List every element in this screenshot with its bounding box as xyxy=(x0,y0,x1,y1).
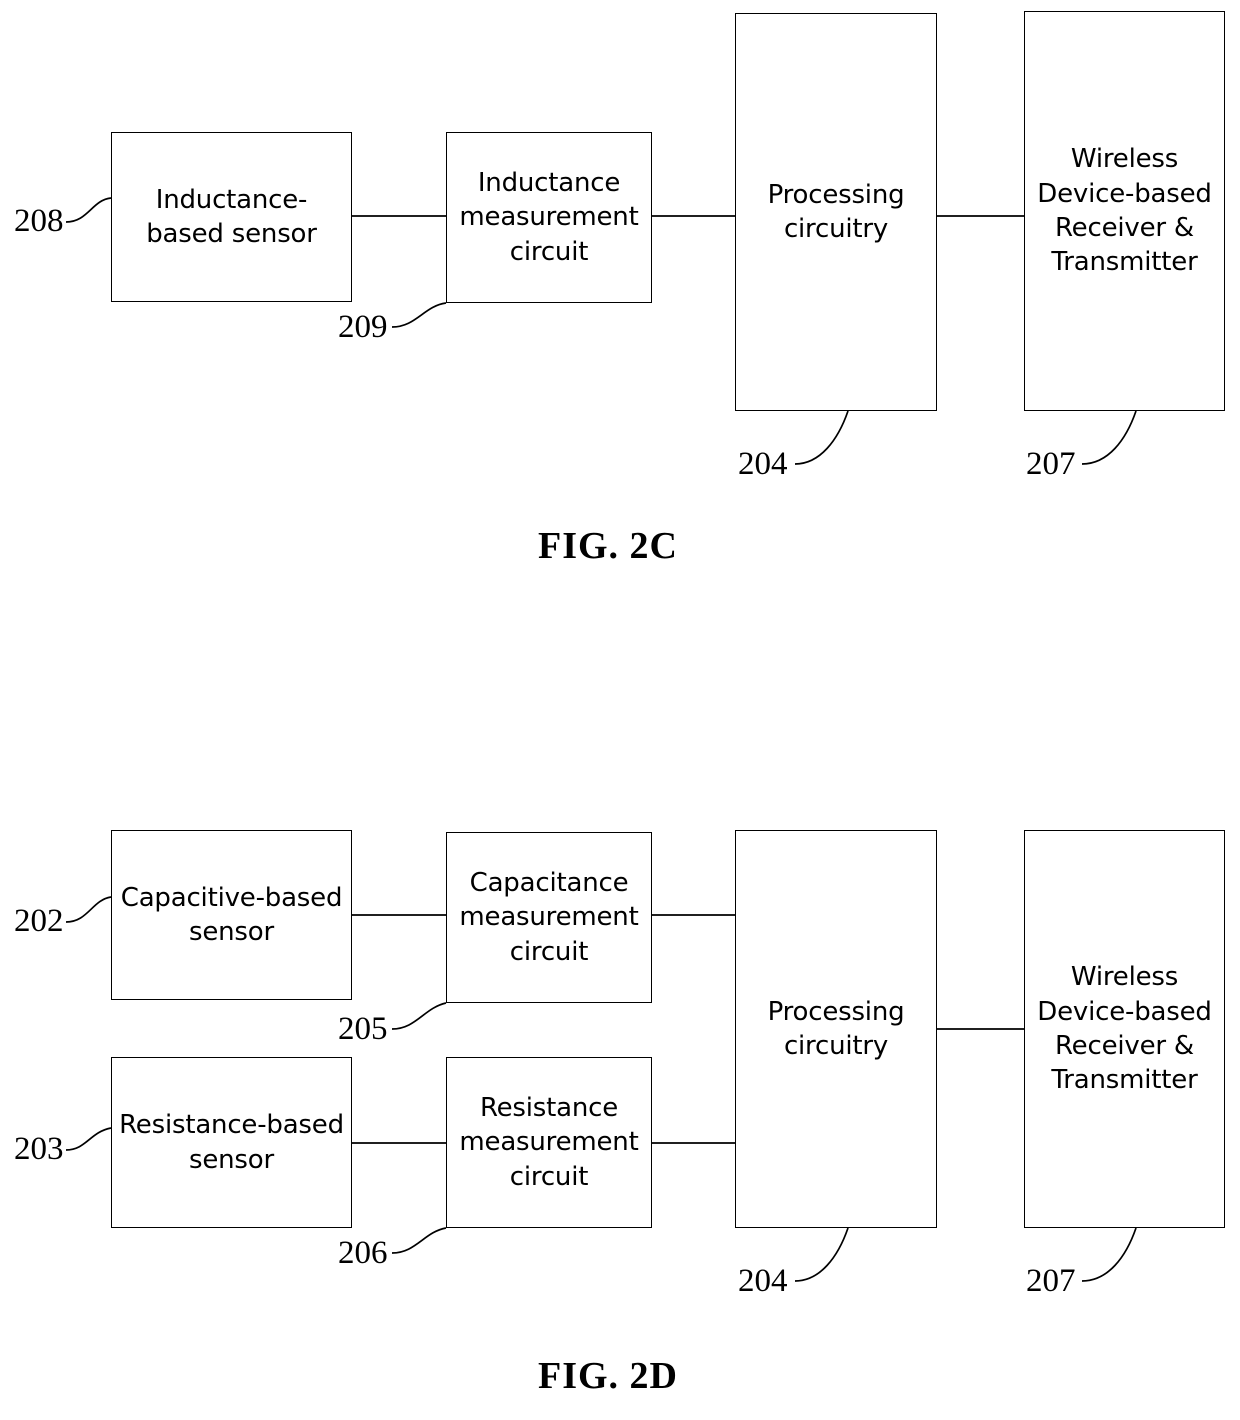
block-processing-circuitry-2c: Processing circuitry xyxy=(735,13,937,411)
ref-numeral-207-2c: 207 xyxy=(1026,446,1076,482)
ref-numeral-204-2c: 204 xyxy=(738,446,788,482)
block-inductance-based-sensor: Inductance- based sensor xyxy=(111,132,352,302)
leader-207d xyxy=(1081,1227,1137,1282)
block-wireless-transceiver-2d: Wireless Device-based Receiver & Transmi… xyxy=(1024,830,1225,1228)
figure-caption-2d: FIG. 2D xyxy=(538,1355,678,1397)
patent-figure-sheet: Inductance- based sensor Inductance meas… xyxy=(0,0,1240,1420)
block-processing-circuitry-2c-label: Processing circuitry xyxy=(767,179,905,244)
block-capacitance-measurement-circuit-label: Capacitance measurement circuit xyxy=(459,868,639,967)
block-inductance-based-sensor-label: Inductance- based sensor xyxy=(146,184,317,249)
block-resistance-based-sensor-label: Resistance-based sensor xyxy=(119,1110,344,1175)
block-capacitive-based-sensor-label: Capacitive-based sensor xyxy=(120,882,343,947)
leader-206 xyxy=(391,1227,447,1254)
leader-208 xyxy=(65,197,112,223)
leader-204 xyxy=(794,410,849,465)
ref-numeral-208: 208 xyxy=(14,203,64,239)
leader-209 xyxy=(391,302,447,328)
block-inductance-measurement-circuit: Inductance measurement circuit xyxy=(446,132,652,303)
block-wireless-transceiver-2c: Wireless Device-based Receiver & Transmi… xyxy=(1024,11,1225,411)
block-resistance-measurement-circuit-label: Resistance measurement circuit xyxy=(459,1093,639,1192)
block-capacitive-based-sensor: Capacitive-based sensor xyxy=(111,830,352,1000)
ref-numeral-209: 209 xyxy=(338,309,388,345)
leader-204d xyxy=(794,1227,849,1282)
block-resistance-measurement-circuit: Resistance measurement circuit xyxy=(446,1057,652,1228)
ref-numeral-207-2d: 207 xyxy=(1026,1263,1076,1299)
leader-205 xyxy=(391,1002,447,1030)
ref-numeral-202: 202 xyxy=(14,903,64,939)
leader-203 xyxy=(65,1127,112,1151)
leader-202 xyxy=(65,896,112,923)
block-processing-circuitry-2d: Processing circuitry xyxy=(735,830,937,1228)
block-wireless-transceiver-2c-label: Wireless Device-based Receiver & Transmi… xyxy=(1037,144,1212,278)
ref-numeral-204-2d: 204 xyxy=(738,1263,788,1299)
block-processing-circuitry-2d-label: Processing circuitry xyxy=(767,996,905,1061)
ref-numeral-206: 206 xyxy=(338,1235,388,1271)
ref-numeral-203: 203 xyxy=(14,1131,64,1167)
ref-numeral-205: 205 xyxy=(338,1011,388,1047)
figure-caption-2c: FIG. 2C xyxy=(538,525,678,567)
block-resistance-based-sensor: Resistance-based sensor xyxy=(111,1057,352,1228)
block-inductance-measurement-circuit-label: Inductance measurement circuit xyxy=(459,168,639,267)
leader-207 xyxy=(1081,410,1137,465)
block-wireless-transceiver-2d-label: Wireless Device-based Receiver & Transmi… xyxy=(1037,962,1212,1096)
block-capacitance-measurement-circuit: Capacitance measurement circuit xyxy=(446,832,652,1003)
